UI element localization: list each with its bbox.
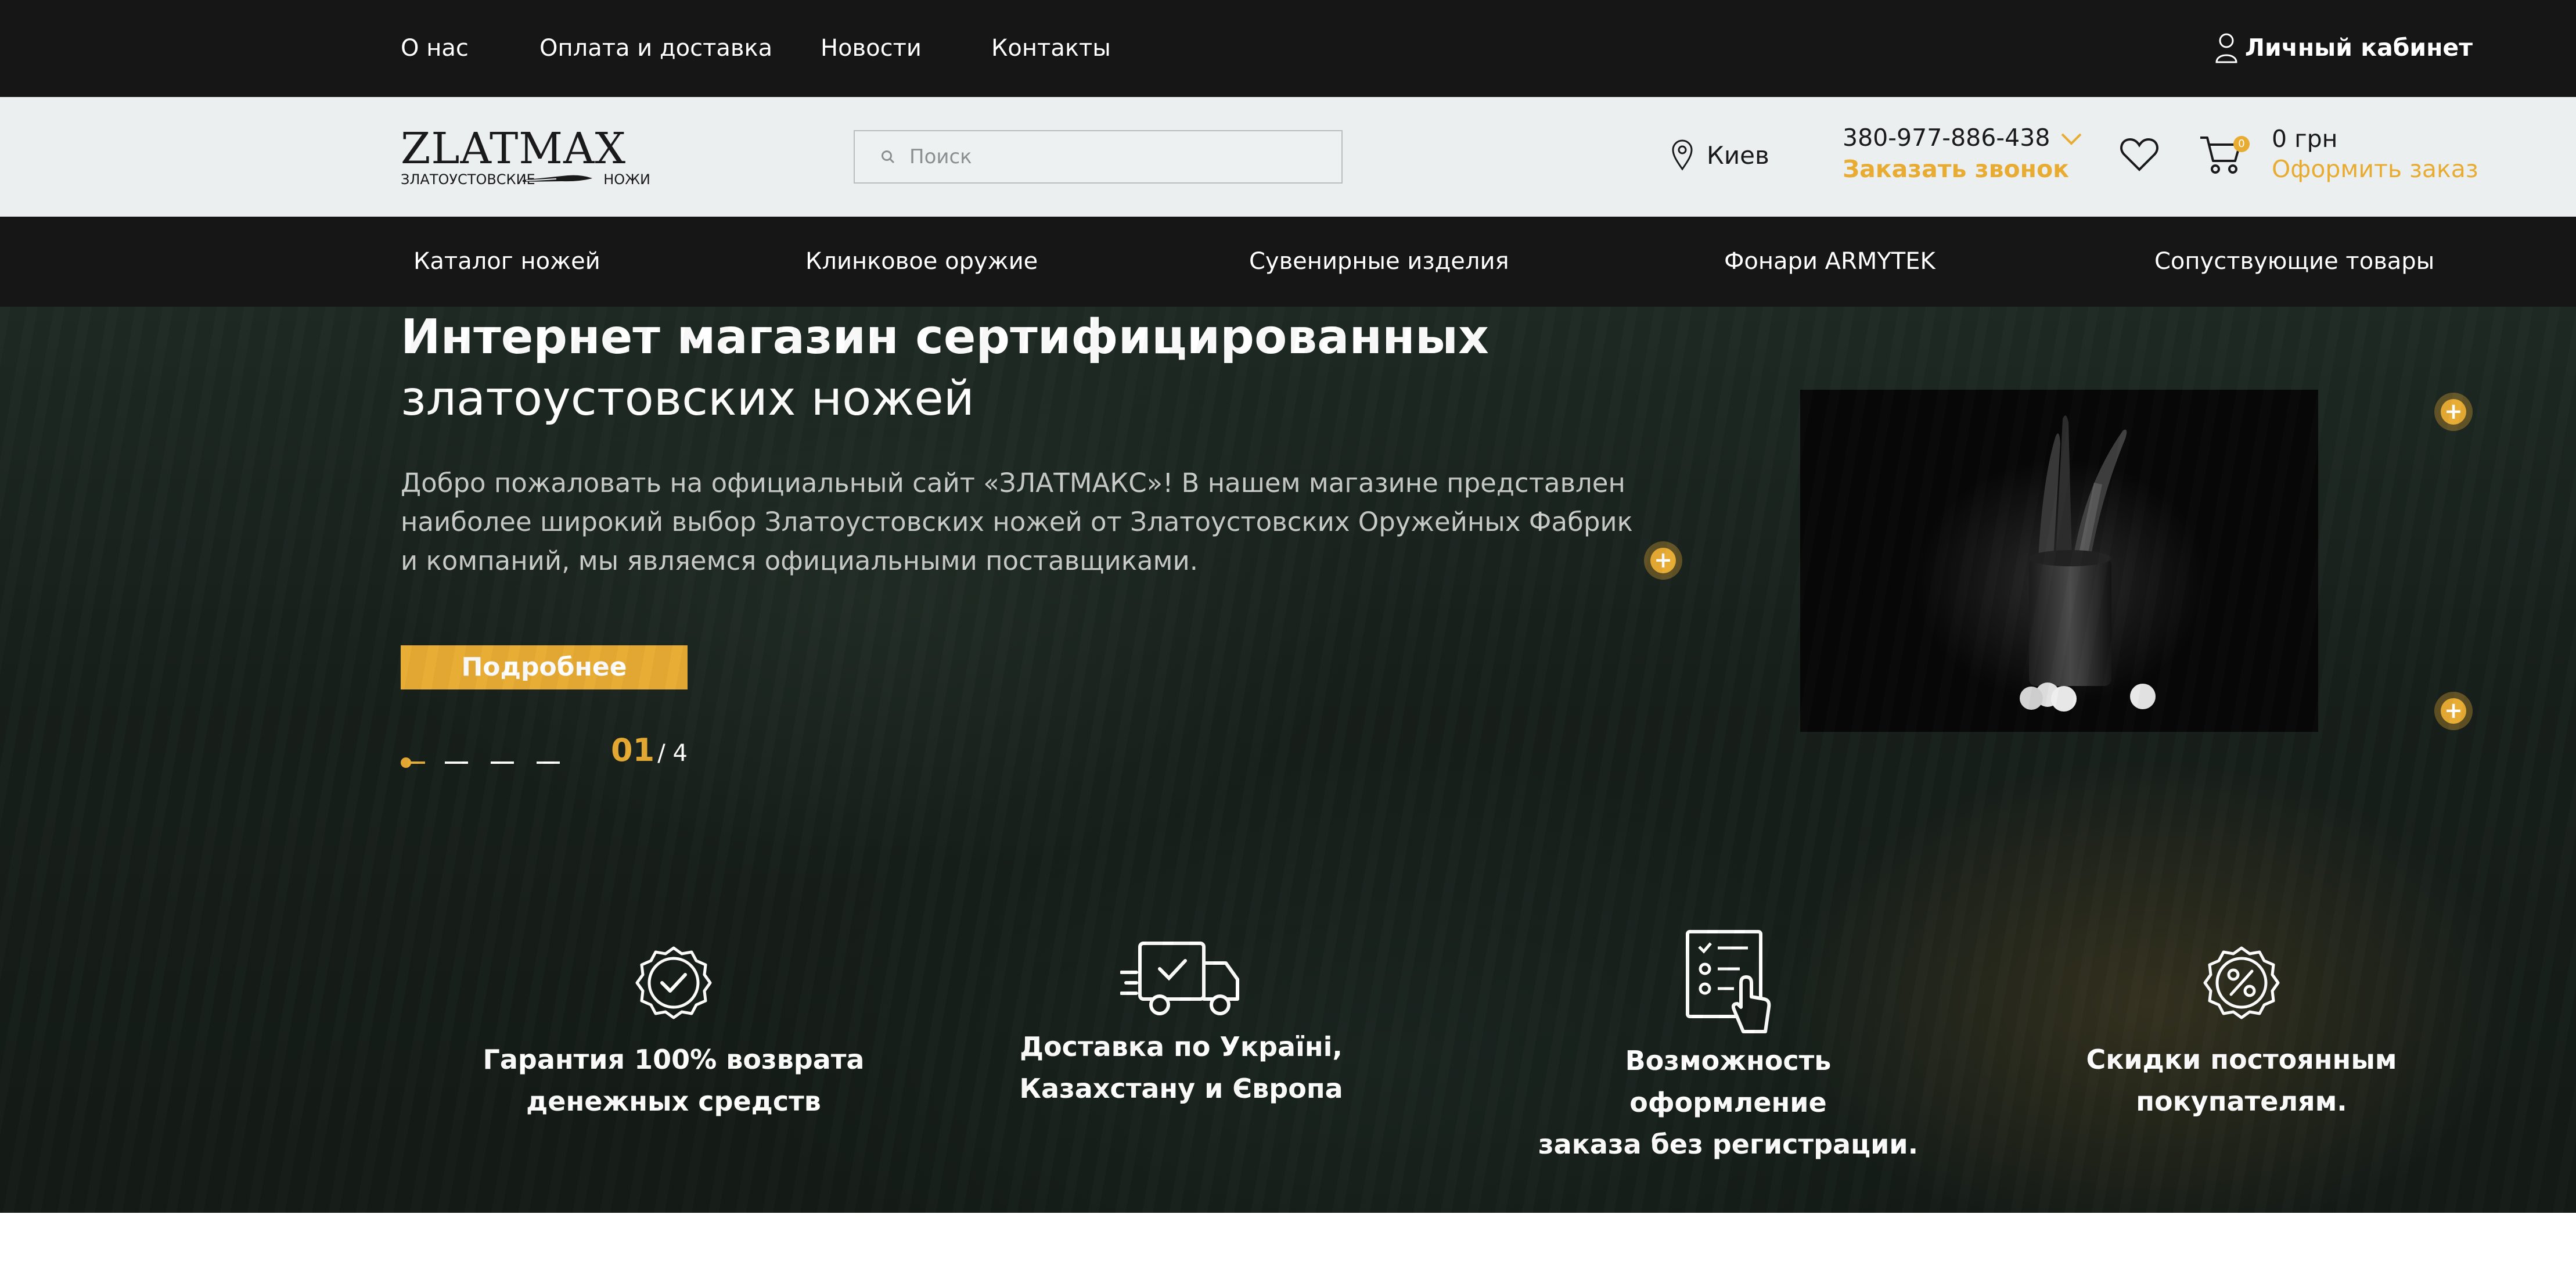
more-button[interactable]: Подробнее [401,645,688,689]
account-label: Личный кабинет [2244,34,2473,62]
search-icon[interactable] [880,149,895,164]
slide-counter: 01 / 4 [611,732,688,768]
slide-dot-1[interactable] [401,757,411,768]
hero-title-regular: златоустовских ножей [401,371,974,426]
plus-icon: + [1654,547,1672,573]
heart-icon[interactable] [2120,137,2159,172]
feature-delivery-line1: Доставка по Україні, [1020,1031,1343,1062]
logo-wordmark: ZLATMAX [401,124,627,174]
main-nav: Каталог ножей Клинковое оружие Сувенирны… [0,217,2576,307]
logo[interactable]: ZLATMAX ЗЛАТОУСТОВСКИЕ НОЖИ [401,127,650,191]
delivery-truck-icon [1120,942,1239,1015]
nav-item-souvenirs[interactable]: Сувенирные изделия [1249,247,1509,276]
feature-guarantee-line2: денежных средств [526,1086,821,1117]
hero-title-bold: Интернет магазин сертифицированных [401,310,1489,365]
hero-description: Добро пожаловать на официальный сайт «ЗЛ… [401,468,1633,576]
hotspot-plus-3[interactable]: + [2434,692,2473,730]
nav-item-bladed-weapons[interactable]: Клинковое оружие [805,247,1038,276]
city-label: Киев [1707,141,1769,170]
city-selector[interactable]: Киев [1671,139,1769,171]
top-link-contacts[interactable]: Контакты [991,34,1111,63]
logo-subtitle: ЗЛАТОУСТОВСКИЕ НОЖИ [401,171,650,188]
feature-discounts-line2: покупателям. [2136,1086,2347,1117]
slide-dot-1-line [409,761,425,764]
guarantee-icon [635,946,712,1019]
feature-discounts: Скидки постоянным покупателям. [2044,940,2439,1122]
slide-dot-2[interactable] [445,761,468,764]
callback-link[interactable]: Заказать звонок [1843,155,2069,183]
hero-title: Интернет магазин сертифицированных злато… [401,307,1620,430]
top-link-payment-delivery[interactable]: Оплата и доставка [539,34,772,63]
slide-current: 01 [611,732,655,768]
checklist-click-icon [1686,930,1771,1033]
phone-number[interactable]: 380-977-886-438 [1843,124,2050,152]
search-box [854,130,1343,184]
feature-delivery: Доставка по Україні, Казахстану и Європа [984,940,1379,1109]
feature-no-registration-line1: Возможность оформление [1625,1045,1832,1118]
feature-discounts-line1: Скидки постоянным [2086,1044,2397,1075]
cart-count-badge: 0 [2233,136,2250,152]
top-link-about[interactable]: О нас [401,34,469,63]
nav-item-knife-catalog[interactable]: Каталог ножей [413,247,600,276]
slide-dot-3[interactable] [491,761,514,764]
knife-icon [523,175,592,182]
logo-sub-right: НОЖИ [603,171,650,188]
chevron-down-icon[interactable] [2060,132,2082,146]
user-icon [2215,33,2237,63]
plus-icon: + [2444,698,2463,723]
discount-badge-icon [2203,946,2280,1019]
nav-item-armytek-flashlights[interactable]: Фонари ARMYTEK [1724,247,1935,276]
nav-item-related-goods[interactable]: Сопуствующие товары [2154,247,2434,276]
header: ZLATMAX ЗЛАТОУСТОВСКИЕ НОЖИ Кие [0,97,2576,217]
top-link-news[interactable]: Новости [821,34,922,63]
hotspot-plus-2[interactable]: + [2434,393,2473,431]
plus-icon: + [2444,398,2463,424]
location-pin-icon [1672,139,1693,171]
slide-total: / 4 [657,740,688,767]
feature-no-registration: Возможность оформление заказа без регист… [1531,929,1926,1165]
account-link[interactable]: Личный кабинет [2215,31,2473,64]
cart-total: 0 грн [2272,125,2338,153]
page-content-start [0,1213,2576,1286]
hero-banner: Интернет магазин сертифицированных злато… [0,307,2576,1213]
slide-dot-4[interactable] [537,761,560,764]
hotspot-plus-1[interactable]: + [1644,541,1682,580]
logo-sub-left: ЗЛАТОУСТОВСКИЕ [401,171,535,188]
search-input[interactable] [909,145,1316,168]
knife-block-image [2020,415,2156,712]
page: О нас Оплата и доставка Новости Контакты… [0,0,2576,1286]
feature-delivery-line2: Казахстану и Європа [1019,1073,1343,1104]
hero-product-image [1800,390,2318,732]
top-bar: О нас Оплата и доставка Новости Контакты… [0,0,2576,97]
feature-guarantee: Гарантия 100% возврата денежных средств [476,940,871,1122]
feature-no-registration-line2: заказа без регистрации. [1538,1129,1919,1160]
feature-guarantee-line1: Гарантия 100% возврата [483,1044,865,1075]
checkout-link[interactable]: Оформить заказ [2272,155,2478,183]
